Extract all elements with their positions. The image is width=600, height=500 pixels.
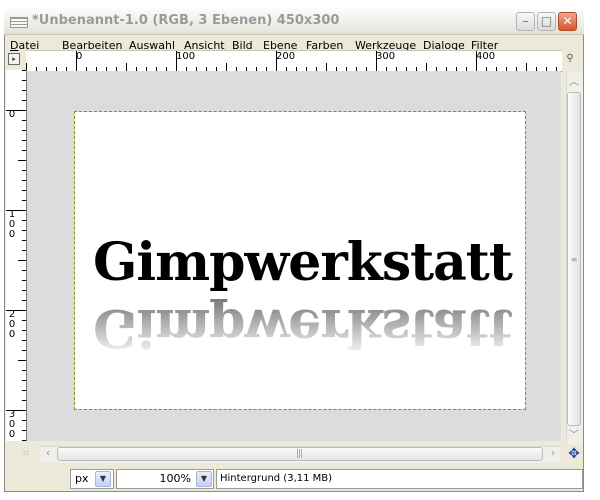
vruler-label-200: 200	[8, 309, 16, 340]
vruler-tick	[22, 290, 26, 291]
vruler-tick	[22, 100, 26, 101]
vruler-tick	[22, 280, 26, 281]
vruler-tick	[22, 240, 26, 241]
hruler-tick	[276, 51, 277, 71]
vruler-tick	[22, 190, 26, 191]
minimize-button[interactable]: –	[516, 12, 535, 31]
unit-dropdown-icon[interactable]: ▼	[95, 471, 111, 487]
vruler-tick	[6, 410, 26, 411]
vruler-tick	[22, 170, 26, 171]
layer-info-text: Hintergrund (3,11 MB)	[220, 473, 333, 484]
vruler-tick	[22, 300, 26, 301]
hruler-tick	[76, 51, 77, 71]
horizontal-ruler: 0 100 200 300 400	[26, 50, 562, 72]
vruler-tick	[18, 260, 26, 261]
layer-status: Hintergrund (3,11 MB)	[216, 469, 583, 489]
vruler-tick	[22, 340, 26, 341]
hruler-tick	[376, 51, 377, 71]
vruler-label-300: 300	[8, 409, 16, 440]
artwork-reflection: Gimpwerkstatt	[93, 297, 512, 358]
vruler-tick	[22, 230, 26, 231]
navigate-icon[interactable]: ✥	[566, 446, 582, 462]
vruler-tick	[22, 350, 26, 351]
hruler-tick	[426, 63, 427, 71]
vruler-tick	[22, 150, 26, 151]
vruler-label-0: 0	[8, 109, 16, 120]
scroll-right-icon[interactable]: ›	[546, 447, 560, 461]
menu-arrow-icon[interactable]: ▸	[8, 53, 20, 65]
vruler-tick	[22, 320, 26, 321]
vruler-tick	[22, 250, 26, 251]
hruler-label-100: 100	[176, 51, 196, 62]
hruler-label-400: 400	[476, 51, 496, 62]
quickmask-icon[interactable]: ⁙	[22, 449, 36, 461]
hruler-tick	[526, 63, 527, 71]
scroll-left-icon[interactable]: ‹	[41, 447, 55, 461]
window-title: *Unbenannt-1.0 (RGB, 3 Ebenen) 450x300	[32, 13, 340, 28]
vertical-grip-icon: ≡	[570, 255, 578, 264]
hruler-tick	[176, 51, 177, 71]
vruler-tick	[22, 270, 26, 271]
title-bar[interactable]: *Unbenannt-1.0 (RGB, 3 Ebenen) 450x300 –…	[4, 8, 584, 35]
image-canvas[interactable]: Gimpwerkstatt Gimpwerkstatt	[74, 111, 526, 410]
vruler-tick	[6, 110, 26, 111]
vruler-tick	[22, 220, 26, 221]
vruler-tick	[22, 70, 26, 71]
zoom-icon[interactable]: ⚲	[564, 53, 576, 65]
vruler-tick	[22, 180, 26, 181]
close-button[interactable]: ✕	[558, 12, 577, 31]
scroll-down-icon[interactable]: ﹀	[567, 429, 581, 443]
unit-value: px	[75, 472, 89, 485]
hruler-tick	[326, 63, 327, 71]
vruler-tick	[22, 430, 26, 431]
hruler-label-300: 300	[376, 51, 396, 62]
zoom-value: 100%	[159, 472, 191, 485]
vruler-tick	[22, 120, 26, 121]
scroll-up-icon[interactable]: ︿	[567, 76, 581, 90]
vruler-tick	[18, 360, 26, 361]
hruler-tick	[126, 63, 127, 71]
zoom-dropdown-icon[interactable]: ▼	[196, 471, 212, 487]
vruler-tick	[22, 90, 26, 91]
vruler-tick	[22, 140, 26, 141]
vruler-tick	[18, 160, 26, 161]
hruler-tick	[476, 51, 477, 71]
vruler-tick	[22, 400, 26, 401]
artwork-text: Gimpwerkstatt	[93, 232, 513, 293]
vruler-tick	[22, 200, 26, 201]
hruler-label-200: 200	[276, 51, 296, 62]
vruler-tick	[22, 370, 26, 371]
app-icon	[10, 17, 28, 28]
vruler-tick	[22, 380, 26, 381]
maximize-button[interactable]: □	[537, 12, 556, 31]
vruler-tick	[6, 210, 26, 211]
vruler-tick	[22, 390, 26, 391]
vruler-tick	[22, 330, 26, 331]
vertical-ruler: 0 100 200 300	[6, 70, 27, 441]
horizontal-grip-icon: |||	[296, 449, 303, 459]
vruler-tick	[6, 310, 26, 311]
vruler-label-100: 100	[8, 209, 16, 240]
vruler-tick	[22, 420, 26, 421]
hruler-tick	[226, 63, 227, 71]
vruler-tick	[22, 80, 26, 81]
vruler-tick	[22, 130, 26, 131]
vruler-tick	[22, 440, 26, 441]
